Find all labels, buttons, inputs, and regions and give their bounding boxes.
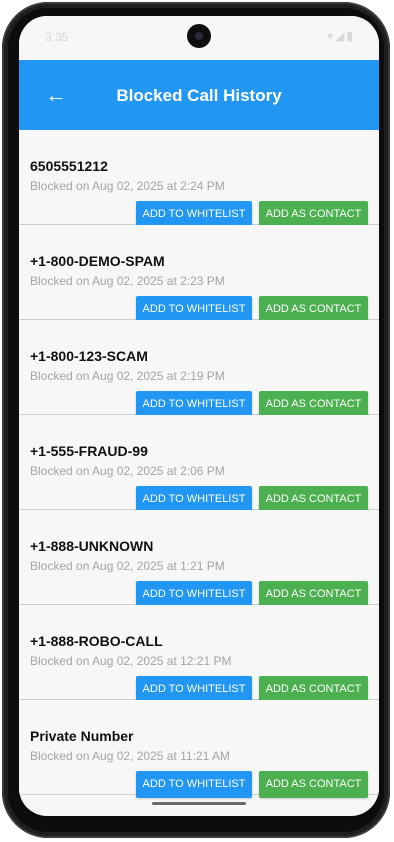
caller-number: +1-555-FRAUD-99 — [30, 443, 148, 459]
blocked-timestamp: Blocked on Aug 02, 2025 at 2:19 PM — [30, 369, 225, 383]
blocked-call-item: +1-800-123-SCAM Blocked on Aug 02, 2025 … — [19, 320, 379, 418]
add-to-whitelist-button[interactable]: ADD TO WHITELIST — [136, 201, 252, 228]
add-to-whitelist-button[interactable]: ADD TO WHITELIST — [136, 486, 252, 513]
status-time: 3:35 — [45, 30, 69, 44]
status-icons: ▾◢▮ — [327, 29, 355, 43]
caller-number: +1-888-ROBO-CALL — [30, 633, 163, 649]
add-as-contact-button[interactable]: ADD AS CONTACT — [259, 201, 368, 228]
add-to-whitelist-button[interactable]: ADD TO WHITELIST — [136, 581, 252, 608]
blocked-call-item: 6505551212 Blocked on Aug 02, 2025 at 2:… — [19, 130, 379, 228]
caller-number: +1-800-123-SCAM — [30, 348, 148, 364]
add-as-contact-button[interactable]: ADD AS CONTACT — [259, 676, 368, 703]
add-as-contact-button[interactable]: ADD AS CONTACT — [259, 391, 368, 418]
blocked-timestamp: Blocked on Aug 02, 2025 at 1:21 PM — [30, 559, 225, 573]
blocked-call-item: +1-555-FRAUD-99 Blocked on Aug 02, 2025 … — [19, 415, 379, 513]
blocked-call-item: +1-888-ROBO-CALL Blocked on Aug 02, 2025… — [19, 605, 379, 703]
caller-number: Private Number — [30, 728, 134, 744]
blocked-timestamp: Blocked on Aug 02, 2025 at 12:21 PM — [30, 654, 232, 668]
front-camera — [187, 24, 211, 48]
add-to-whitelist-button[interactable]: ADD TO WHITELIST — [136, 676, 252, 703]
blocked-call-item: +1-888-UNKNOWN Blocked on Aug 02, 2025 a… — [19, 510, 379, 608]
add-as-contact-button[interactable]: ADD AS CONTACT — [259, 486, 368, 513]
caller-number: +1-888-UNKNOWN — [30, 538, 154, 554]
blocked-call-item: +1-800-DEMO-SPAM Blocked on Aug 02, 2025… — [19, 225, 379, 323]
blocked-timestamp: Blocked on Aug 02, 2025 at 2:24 PM — [30, 179, 225, 193]
home-indicator[interactable] — [152, 802, 246, 805]
add-to-whitelist-button[interactable]: ADD TO WHITELIST — [136, 771, 252, 798]
blocked-timestamp: Blocked on Aug 02, 2025 at 2:23 PM — [30, 274, 225, 288]
caller-number: 6505551212 — [30, 158, 108, 174]
caller-number: +1-800-DEMO-SPAM — [30, 253, 165, 269]
page-title: Blocked Call History — [116, 86, 282, 105]
add-as-contact-button[interactable]: ADD AS CONTACT — [259, 771, 368, 798]
add-to-whitelist-button[interactable]: ADD TO WHITELIST — [136, 296, 252, 323]
add-to-whitelist-button[interactable]: ADD TO WHITELIST — [136, 391, 252, 418]
blocked-call-list: 6505551212 Blocked on Aug 02, 2025 at 2:… — [19, 130, 379, 816]
app-bar: ← Blocked Call History — [19, 60, 379, 130]
blocked-call-item: Private Number Blocked on Aug 02, 2025 a… — [19, 700, 379, 798]
blocked-timestamp: Blocked on Aug 02, 2025 at 2:06 PM — [30, 464, 225, 478]
blocked-timestamp: Blocked on Aug 02, 2025 at 11:21 AM — [30, 749, 230, 763]
add-as-contact-button[interactable]: ADD AS CONTACT — [259, 296, 368, 323]
add-as-contact-button[interactable]: ADD AS CONTACT — [259, 581, 368, 608]
app-screen: 3:35 ▾◢▮ ← Blocked Call History 65055512… — [19, 16, 379, 816]
